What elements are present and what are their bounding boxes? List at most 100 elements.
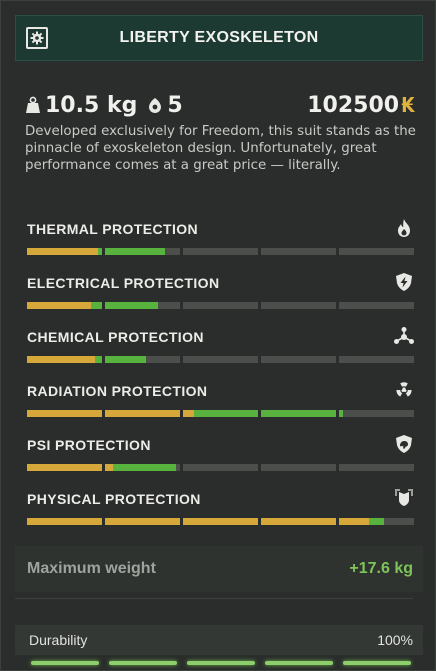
protection-segment: [183, 464, 258, 471]
currency-icon: ₭: [401, 93, 415, 117]
protection-segment: [339, 518, 414, 525]
protection-label: CHEMICAL PROTECTION: [27, 329, 204, 345]
item-panel: LIBERTY EXOSKELETON 10.5 kg 5 102500 ₭ D…: [0, 0, 436, 671]
thermal-protection: THERMAL PROTECTION: [25, 219, 415, 261]
bonus-fill: [194, 410, 258, 417]
durability-label: Durability: [29, 632, 88, 648]
base-fill: [183, 518, 258, 525]
price-value: 102500: [307, 92, 400, 118]
protection-segment: [183, 356, 258, 363]
bonus-fill: [105, 248, 165, 255]
armor-icon: [393, 487, 415, 509]
protection-bar: [27, 518, 414, 525]
lightning-shield-icon: [393, 271, 415, 293]
base-fill: [105, 464, 113, 471]
psi-shield-icon: [393, 433, 415, 455]
bonus-fill: [105, 356, 147, 363]
bonus-fill: [339, 410, 343, 417]
max-weight-value: +17.6 kg: [349, 560, 413, 577]
base-fill: [27, 464, 102, 471]
item-header: LIBERTY EXOSKELETON: [15, 15, 423, 61]
protection-segment: [27, 518, 102, 525]
weight-value: 10.5 kg: [45, 92, 138, 118]
item-stats: 10.5 kg 5 102500 ₭: [25, 89, 415, 121]
slots-value: 5: [167, 92, 183, 118]
radiation-protection: RADIATION PROTECTION: [25, 382, 415, 423]
bonus-fill: [369, 518, 384, 525]
protection-segment: [339, 464, 414, 471]
max-weight-label: Maximum weight: [27, 560, 156, 577]
item-description: Developed exclusively for Freedom, this …: [25, 124, 416, 173]
protection-segment: [339, 248, 414, 255]
protection-label: PHYSICAL PROTECTION: [27, 491, 201, 507]
bonus-fill: [98, 248, 102, 255]
protection-segment: [105, 518, 180, 525]
protection-segment: [27, 356, 102, 363]
protection-segment: [105, 410, 180, 417]
protection-segment: [183, 518, 258, 525]
bonus-fill: [105, 302, 158, 309]
bonus-fill: [261, 410, 336, 417]
protection-segment: [27, 302, 102, 309]
base-fill: [27, 410, 102, 417]
protection-label: RADIATION PROTECTION: [27, 383, 208, 399]
protection-segment: [261, 410, 336, 417]
molecule-icon: [393, 325, 415, 347]
weight-icon: [26, 96, 40, 113]
protection-segment: [261, 464, 336, 471]
protection-bar: [27, 410, 414, 417]
protection-segment: [339, 302, 414, 309]
protection-bar: [27, 248, 414, 255]
base-fill: [339, 518, 369, 525]
base-fill: [27, 248, 99, 255]
protection-segment: [105, 464, 180, 471]
protection-segment: [105, 302, 180, 309]
price: 102500 ₭: [307, 93, 415, 118]
slots-stat: 5: [147, 92, 183, 118]
protection-segment: [183, 248, 258, 255]
protection-label: THERMAL PROTECTION: [27, 221, 199, 237]
protection-segment: [261, 302, 336, 309]
durability-bar: [31, 661, 411, 666]
protection-segment: [261, 356, 336, 363]
protection-segment: [27, 248, 102, 255]
bonus-fill: [90, 302, 102, 309]
protection-segment: [105, 356, 180, 363]
base-fill: [105, 518, 180, 525]
psi-protection: PSI PROTECTION: [25, 435, 415, 477]
durability-segment: [343, 661, 411, 665]
protection-segment: [339, 410, 414, 417]
base-fill: [27, 356, 95, 363]
bonus-fill: [94, 356, 102, 363]
weight-stat: 10.5 kg: [25, 93, 137, 118]
item-title: LIBERTY EXOSKELETON: [119, 29, 319, 46]
radiation-icon: [393, 379, 415, 401]
settings-button[interactable]: [26, 27, 48, 49]
protection-segment: [339, 356, 414, 363]
durability-segment: [109, 661, 177, 665]
protection-segment: [183, 302, 258, 309]
protection-bar: [27, 302, 414, 309]
durability-value: 100%: [377, 632, 413, 648]
protection-segment: [105, 248, 180, 255]
base-fill: [183, 410, 195, 417]
durability-segment: [187, 661, 255, 665]
protection-segment: [27, 464, 102, 471]
base-fill: [261, 518, 336, 525]
artifact-slot-icon: [149, 98, 162, 113]
base-fill: [105, 410, 180, 417]
protection-segment: [261, 518, 336, 525]
divider: [15, 598, 413, 599]
protection-bar: [27, 356, 414, 363]
gear-icon: [30, 31, 44, 45]
bonus-fill: [112, 464, 177, 471]
base-fill: [27, 518, 102, 525]
durability-segment: [265, 661, 333, 665]
base-fill: [27, 302, 91, 309]
chemical-protection: CHEMICAL PROTECTION: [25, 327, 415, 369]
protection-segment: [27, 410, 102, 417]
max-weight-row: Maximum weight +17.6 kg: [15, 546, 423, 592]
protection-segment: [183, 410, 258, 417]
protection-label: ELECTRICAL PROTECTION: [27, 275, 220, 291]
durability-segment: [31, 661, 99, 665]
